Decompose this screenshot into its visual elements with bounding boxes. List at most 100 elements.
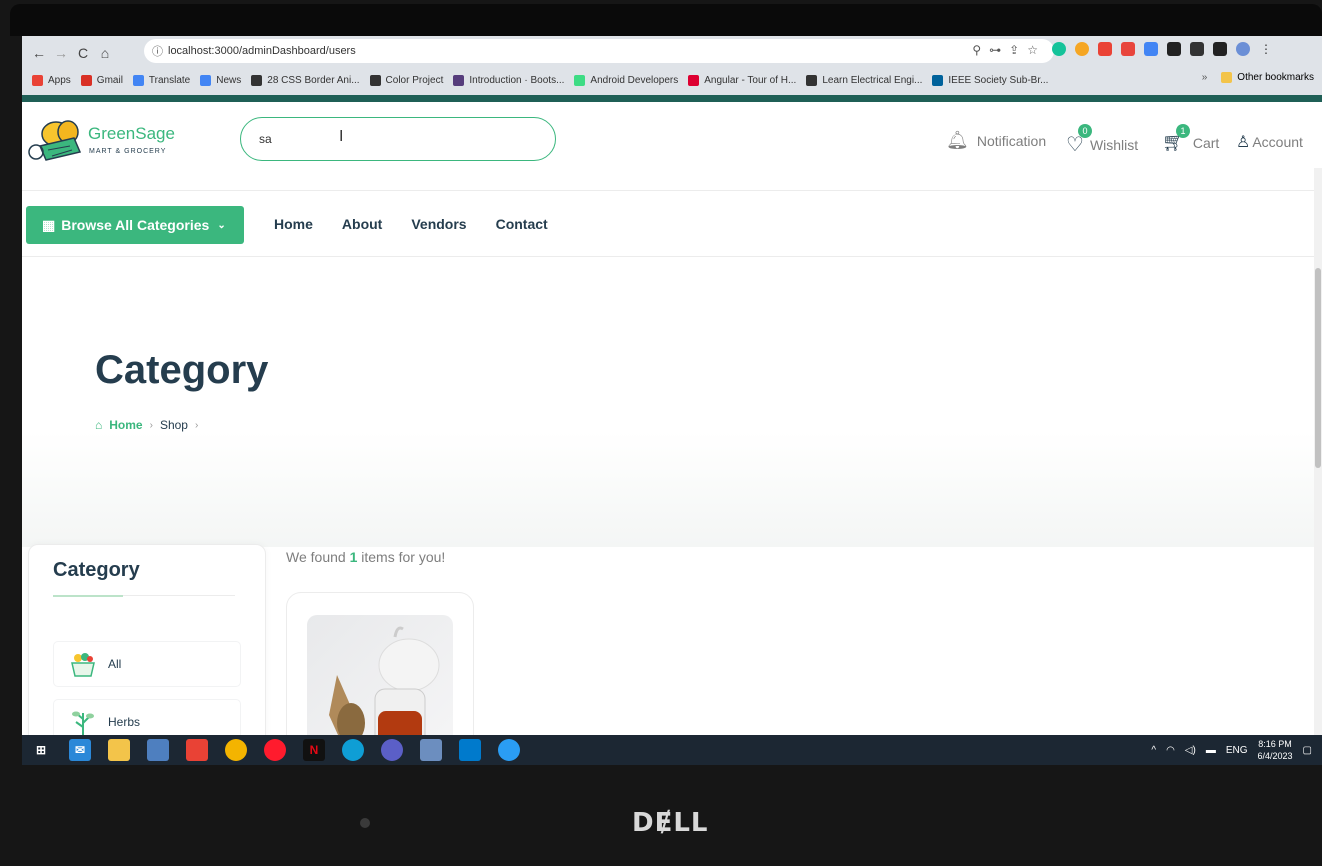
bookmark-item[interactable]: 28 CSS Border Ani... <box>251 74 360 86</box>
remote-app-icon[interactable] <box>420 739 442 761</box>
side-panel-icon[interactable] <box>1213 42 1227 56</box>
bookmark-label: Introduction · Boots... <box>469 74 565 86</box>
bookmark-favicon-icon <box>453 74 465 86</box>
windows-start-icon[interactable]: ⊞ <box>30 739 52 761</box>
webcam-indicator <box>360 818 370 828</box>
bookmark-item[interactable]: IEEE Society Sub-Br... <box>932 74 1049 86</box>
bookmark-item[interactable]: Apps <box>32 74 71 86</box>
tp-extension-icon[interactable] <box>1121 42 1135 56</box>
notification-link[interactable]: 🔔︎ Notification <box>946 130 1046 151</box>
bookmark-label: Learn Electrical Engi... <box>822 74 923 86</box>
bookmark-favicon-icon <box>200 74 212 86</box>
nav-about[interactable]: About <box>342 216 382 232</box>
account-link[interactable]: ♙ Account <box>1236 132 1303 152</box>
store-icon[interactable] <box>147 739 169 761</box>
brand-logo[interactable] <box>26 116 84 162</box>
text-cursor-icon: I <box>339 128 344 145</box>
grid-icon: ▦ <box>42 216 56 233</box>
clock[interactable]: 8:16 PM 6/4/2023 <box>1258 738 1293 762</box>
reading-list-icon[interactable] <box>1190 42 1204 56</box>
bookmark-item[interactable]: Learn Electrical Engi... <box>806 74 923 86</box>
profile-avatar[interactable] <box>1236 42 1250 56</box>
folder-icon <box>1221 72 1233 83</box>
menu-kebab-icon[interactable]: ⋮ <box>1259 42 1273 56</box>
scrollbar-thumb[interactable] <box>1315 268 1321 468</box>
brand-tagline: MART & GROCERY <box>89 148 167 155</box>
system-tray: ^ ◠ ◁) ▬ ENG 8:16 PM 6/4/2023 ▢ <box>1151 735 1312 765</box>
bookmark-label: Apps <box>48 74 71 86</box>
breadcrumb-shop[interactable]: Shop <box>160 418 188 432</box>
battery-icon[interactable]: ▬ <box>1206 745 1216 756</box>
browse-categories-button[interactable]: ▦ Browse All Categories ⌄ <box>26 206 244 244</box>
bookmark-label: Gmail <box>96 74 123 86</box>
language-indicator[interactable]: ENG <box>1226 745 1248 756</box>
vscode-icon[interactable] <box>459 739 481 761</box>
vpn-app-icon[interactable] <box>381 739 403 761</box>
account-label: Account <box>1252 134 1303 150</box>
bookmark-favicon-icon <box>132 74 144 86</box>
back-icon[interactable]: ← <box>28 45 50 61</box>
sidebar-item-label: Herbs <box>108 715 141 729</box>
nav-home[interactable]: Home <box>274 216 313 232</box>
home-crumb-icon: ⌂ <box>95 418 103 432</box>
bookmark-favicon-icon <box>688 74 700 86</box>
bookmark-label: Translate <box>148 74 191 86</box>
file-explorer-icon[interactable] <box>108 739 130 761</box>
mail-icon[interactable]: ✉ <box>69 739 91 761</box>
netflix-icon[interactable]: N <box>303 739 325 761</box>
user-icon: ♙ <box>1236 134 1251 151</box>
url-text: localhost:3000/adminDashboard/users <box>168 45 356 57</box>
edge-icon[interactable] <box>342 739 364 761</box>
chevron-down-icon: ⌄ <box>217 219 226 231</box>
address-bar[interactable]: ⓘ localhost:3000/adminDashboard/users ⚲⊶… <box>144 39 1054 63</box>
results-prefix: We found <box>286 549 346 565</box>
bookmark-label: IEEE Society Sub-Br... <box>948 74 1049 86</box>
header-divider <box>22 190 1322 191</box>
puzzle-icon[interactable] <box>1167 42 1181 56</box>
search-input[interactable]: sa I <box>240 117 556 161</box>
breadcrumb-home[interactable]: Home <box>109 418 142 432</box>
wishlist-count-badge: 0 <box>1078 124 1092 138</box>
notification-center-icon[interactable]: ▢ <box>1303 745 1312 756</box>
bookmark-favicon-icon <box>251 74 263 86</box>
sidebar-title: Category <box>53 559 140 581</box>
bookmark-item[interactable]: Gmail <box>80 74 123 86</box>
cookie-icon[interactable] <box>1075 42 1089 56</box>
gift-app-icon[interactable] <box>186 739 208 761</box>
bookmark-item[interactable]: Introduction · Boots... <box>453 74 565 86</box>
cart-link[interactable]: 🛒︎ 1 Cart <box>1162 124 1219 153</box>
sidebar-item-all[interactable]: All <box>53 641 241 687</box>
wishlist-link[interactable]: ♡ 0 Wishlist <box>1066 124 1138 157</box>
docker-icon[interactable] <box>498 739 520 761</box>
forward-icon[interactable]: → <box>50 45 72 61</box>
more-bookmarks-chevron[interactable]: » <box>1202 72 1208 83</box>
bookmark-item[interactable]: Translate <box>132 74 191 86</box>
translate-extension-icon[interactable] <box>1144 42 1158 56</box>
clock-date: 6/4/2023 <box>1257 751 1293 761</box>
youtube-icon[interactable] <box>1098 42 1112 56</box>
site-info-icon[interactable]: ⓘ <box>152 43 163 59</box>
home-icon[interactable]: ⌂ <box>94 45 116 61</box>
sidebar-title-underline <box>53 595 123 597</box>
brand-name[interactable]: GreenSage <box>88 124 175 144</box>
bookmark-item[interactable]: News <box>200 74 241 86</box>
nav-vendors[interactable]: Vendors <box>411 216 466 232</box>
opera-icon[interactable] <box>264 739 286 761</box>
nav-contact[interactable]: Contact <box>496 216 548 232</box>
dell-logo: DɆLL <box>632 808 709 838</box>
page-scrollbar[interactable] <box>1314 168 1322 764</box>
wifi-icon[interactable]: ◠ <box>1166 745 1175 756</box>
chrome-icon[interactable] <box>225 739 247 761</box>
reload-icon[interactable]: C <box>72 45 94 61</box>
search-value: sa <box>259 132 272 146</box>
chevron-up-icon[interactable]: ^ <box>1151 745 1156 756</box>
grammarly-icon[interactable] <box>1052 42 1066 56</box>
bookmark-item[interactable]: Android Developers <box>574 74 678 86</box>
bookmark-label: Angular - Tour of H... <box>704 74 797 86</box>
bookmark-item[interactable]: Angular - Tour of H... <box>688 74 797 86</box>
bookmark-item[interactable]: Color Project <box>369 74 443 86</box>
volume-icon[interactable]: ◁) <box>1185 745 1196 756</box>
results-number: 1 <box>349 549 358 565</box>
omnibox-actions[interactable]: ⚲⊶⇪☆ <box>972 43 1046 57</box>
other-bookmarks[interactable]: » Other bookmarks <box>1202 72 1314 83</box>
